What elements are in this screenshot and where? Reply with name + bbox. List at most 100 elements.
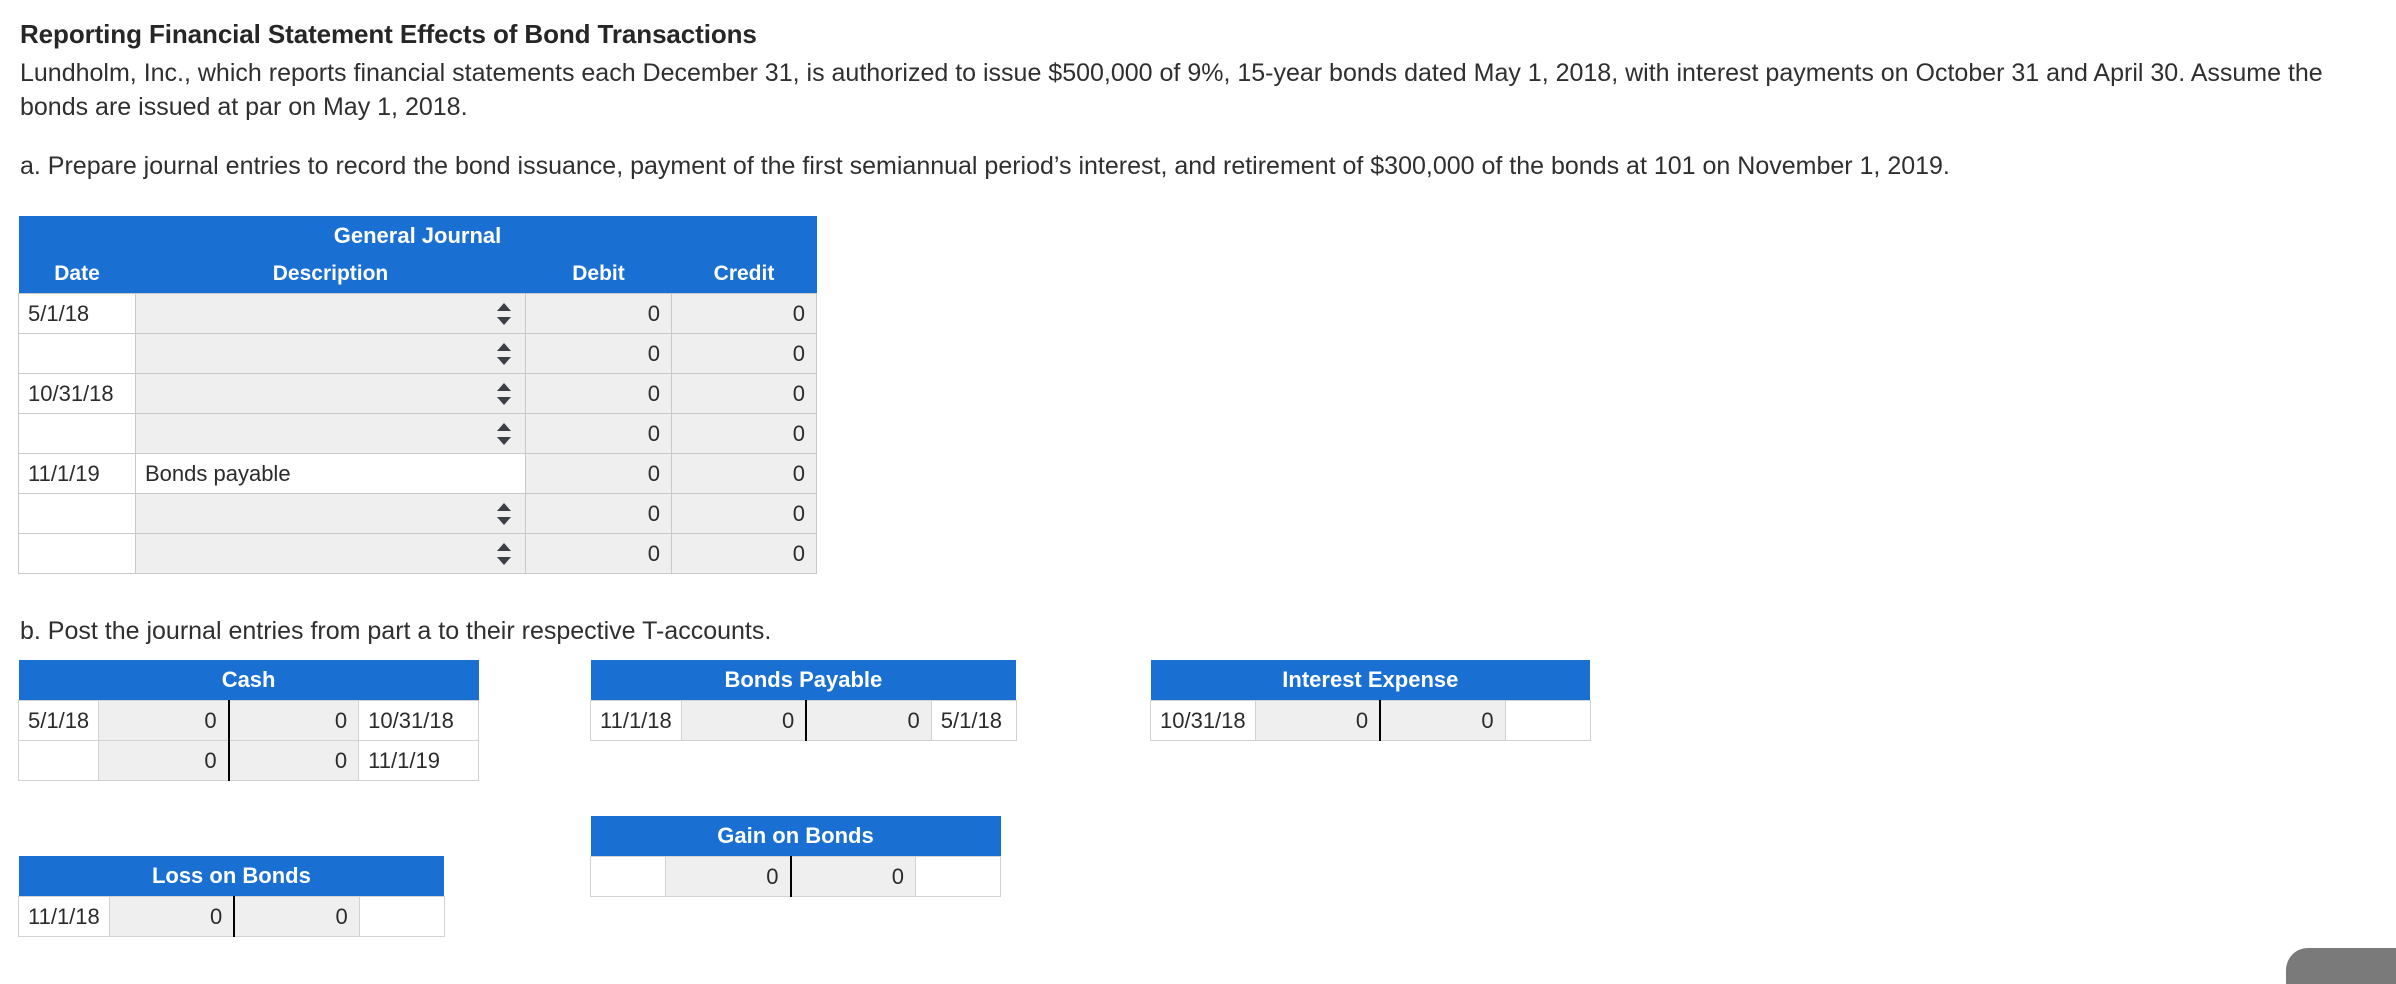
journal-description-select[interactable]	[135, 413, 526, 454]
part-a-instruction: a. Prepare journal entries to record the…	[20, 152, 1950, 181]
journal-date-cell[interactable]	[18, 413, 136, 454]
table-row: 0 0	[18, 533, 818, 574]
taccount-interest-expense: Interest Expense 10/31/18 0 0	[1150, 660, 1591, 741]
table-row: 11/1/18 0 0	[18, 896, 445, 937]
taccount-left-date[interactable]	[590, 856, 666, 897]
journal-credit-input[interactable]: 0	[670, 533, 818, 574]
journal-debit-input[interactable]: 0	[525, 293, 672, 334]
journal-description-select[interactable]	[135, 493, 526, 534]
taccount-left-date[interactable]: 5/1/18	[17, 700, 100, 741]
taccount-header-row: Loss on Bonds	[18, 856, 445, 897]
taccount-debit-cell[interactable]: 0	[680, 700, 808, 741]
taccount-credit-cell[interactable]: 0	[233, 896, 360, 937]
journal-debit-input[interactable]: 0	[525, 453, 672, 494]
journal-date-cell[interactable]	[18, 493, 136, 534]
taccount-right-date[interactable]: 5/1/18	[930, 700, 1017, 741]
taccount-credit-cell[interactable]: 0	[790, 856, 916, 897]
table-row: 0 0	[18, 493, 818, 534]
taccount-left-date[interactable]: 10/31/18	[1150, 700, 1256, 741]
taccount-header-row: Cash	[18, 660, 479, 701]
stepper-updown-icon[interactable]	[497, 382, 511, 405]
taccount-credit-cell[interactable]: 0	[805, 700, 932, 741]
table-row: 11/1/18 0 0 5/1/18	[590, 700, 1017, 741]
table-row: 0 0	[590, 856, 1001, 897]
taccount-right-date[interactable]	[1504, 700, 1591, 741]
journal-credit-input[interactable]: 0	[670, 493, 818, 534]
journal-date-cell[interactable]: 5/1/18	[18, 293, 136, 334]
taccount-header-row: Interest Expense	[1150, 660, 1591, 701]
taccount-right-date[interactable]: 11/1/19	[358, 740, 480, 781]
journal-description-select[interactable]	[135, 333, 526, 374]
journal-credit-input[interactable]: 0	[670, 413, 818, 454]
table-row: 0 0	[18, 333, 818, 374]
journal-title: General Journal	[18, 216, 817, 256]
taccount-left-date[interactable]: 11/1/18	[18, 896, 110, 937]
column-header-credit: Credit	[671, 256, 817, 294]
stepper-updown-icon[interactable]	[497, 302, 511, 325]
taccount-header-row: Bonds Payable	[590, 660, 1017, 701]
journal-header-row: Date Description Debit Credit	[18, 256, 817, 294]
taccount-debit-cell[interactable]: 0	[108, 896, 236, 937]
stepper-updown-icon[interactable]	[497, 342, 511, 365]
taccount-debit-cell[interactable]: 0	[665, 856, 792, 897]
worksheet-page: Reporting Financial Statement Effects of…	[0, 0, 2396, 984]
taccount-right-date[interactable]	[915, 856, 1001, 897]
taccount-cash-table: Cash 5/1/18 0 0 10/31/18 0 0 11/1/19	[17, 660, 480, 781]
journal-credit-input[interactable]: 0	[670, 453, 818, 494]
journal-debit-input[interactable]: 0	[525, 493, 672, 534]
stepper-updown-icon[interactable]	[497, 502, 511, 525]
table-row: 5/1/18 0 0	[18, 293, 818, 334]
table-row: 10/31/18 0 0	[18, 373, 818, 414]
taccount-header-row: Gain on Bonds	[590, 816, 1001, 857]
journal-date-cell[interactable]	[18, 333, 136, 374]
journal-title-row: General Journal	[18, 216, 817, 256]
table-row: 11/1/19 Bonds payable 0 0	[18, 453, 818, 494]
journal-date-cell[interactable]: 11/1/19	[18, 453, 136, 494]
column-header-description: Description	[135, 256, 526, 294]
journal-description-select[interactable]	[135, 533, 526, 574]
journal-date-cell[interactable]	[18, 533, 136, 574]
journal-credit-input[interactable]: 0	[670, 373, 818, 414]
general-journal-table: General Journal Date Description Debit C…	[18, 216, 818, 574]
taccount-bonds-payable-table: Bonds Payable 11/1/18 0 0 5/1/18	[590, 660, 1017, 741]
general-journal: General Journal Date Description Debit C…	[18, 216, 818, 574]
taccount-credit-cell[interactable]: 0	[228, 740, 360, 781]
taccount-loss-on-bonds: Loss on Bonds 11/1/18 0 0	[18, 856, 445, 937]
journal-body: 5/1/18 0 0 0 0 10/31/18 0 0 0 0 11/1/19 …	[18, 293, 818, 574]
journal-debit-input[interactable]: 0	[525, 333, 672, 374]
column-header-debit: Debit	[525, 256, 672, 294]
taccount-credit-cell[interactable]: 0	[1379, 700, 1506, 741]
taccount-debit-cell[interactable]: 0	[98, 740, 230, 781]
taccount-debit-cell[interactable]: 0	[1254, 700, 1382, 741]
problem-statement: Lundholm, Inc., which reports financial …	[20, 59, 2323, 121]
taccount-title: Cash	[18, 660, 479, 701]
taccount-title: Loss on Bonds	[18, 856, 445, 897]
scroll-corner-handle[interactable]	[2286, 948, 2396, 984]
journal-credit-input[interactable]: 0	[670, 333, 818, 374]
taccount-debit-cell[interactable]: 0	[98, 700, 230, 741]
taccount-title: Gain on Bonds	[590, 816, 1001, 857]
taccount-cash: Cash 5/1/18 0 0 10/31/18 0 0 11/1/19	[17, 660, 480, 781]
table-row: 10/31/18 0 0	[1150, 700, 1591, 741]
stepper-updown-icon[interactable]	[497, 542, 511, 565]
stepper-updown-icon[interactable]	[497, 422, 511, 445]
taccount-title: Bonds Payable	[590, 660, 1017, 701]
taccount-interest-expense-table: Interest Expense 10/31/18 0 0	[1150, 660, 1591, 741]
page-title: Reporting Financial Statement Effects of…	[20, 19, 757, 49]
journal-debit-input[interactable]: 0	[525, 413, 672, 454]
journal-description-select[interactable]	[135, 293, 526, 334]
table-row: 0 0 11/1/19	[17, 740, 480, 781]
journal-date-cell[interactable]: 10/31/18	[18, 373, 136, 414]
taccount-left-date[interactable]: 11/1/18	[590, 700, 682, 741]
journal-description-input[interactable]: Bonds payable	[135, 453, 526, 494]
journal-credit-input[interactable]: 0	[670, 293, 818, 334]
taccount-right-date[interactable]	[358, 896, 445, 937]
taccount-credit-cell[interactable]: 0	[228, 700, 360, 741]
journal-description-select[interactable]	[135, 373, 526, 414]
table-row: 0 0	[18, 413, 818, 454]
journal-debit-input[interactable]: 0	[525, 373, 672, 414]
taccount-left-date[interactable]	[17, 740, 100, 781]
taccount-gain-on-bonds: Gain on Bonds 0 0	[590, 816, 1001, 897]
journal-debit-input[interactable]: 0	[525, 533, 672, 574]
taccount-right-date[interactable]: 10/31/18	[358, 700, 480, 741]
